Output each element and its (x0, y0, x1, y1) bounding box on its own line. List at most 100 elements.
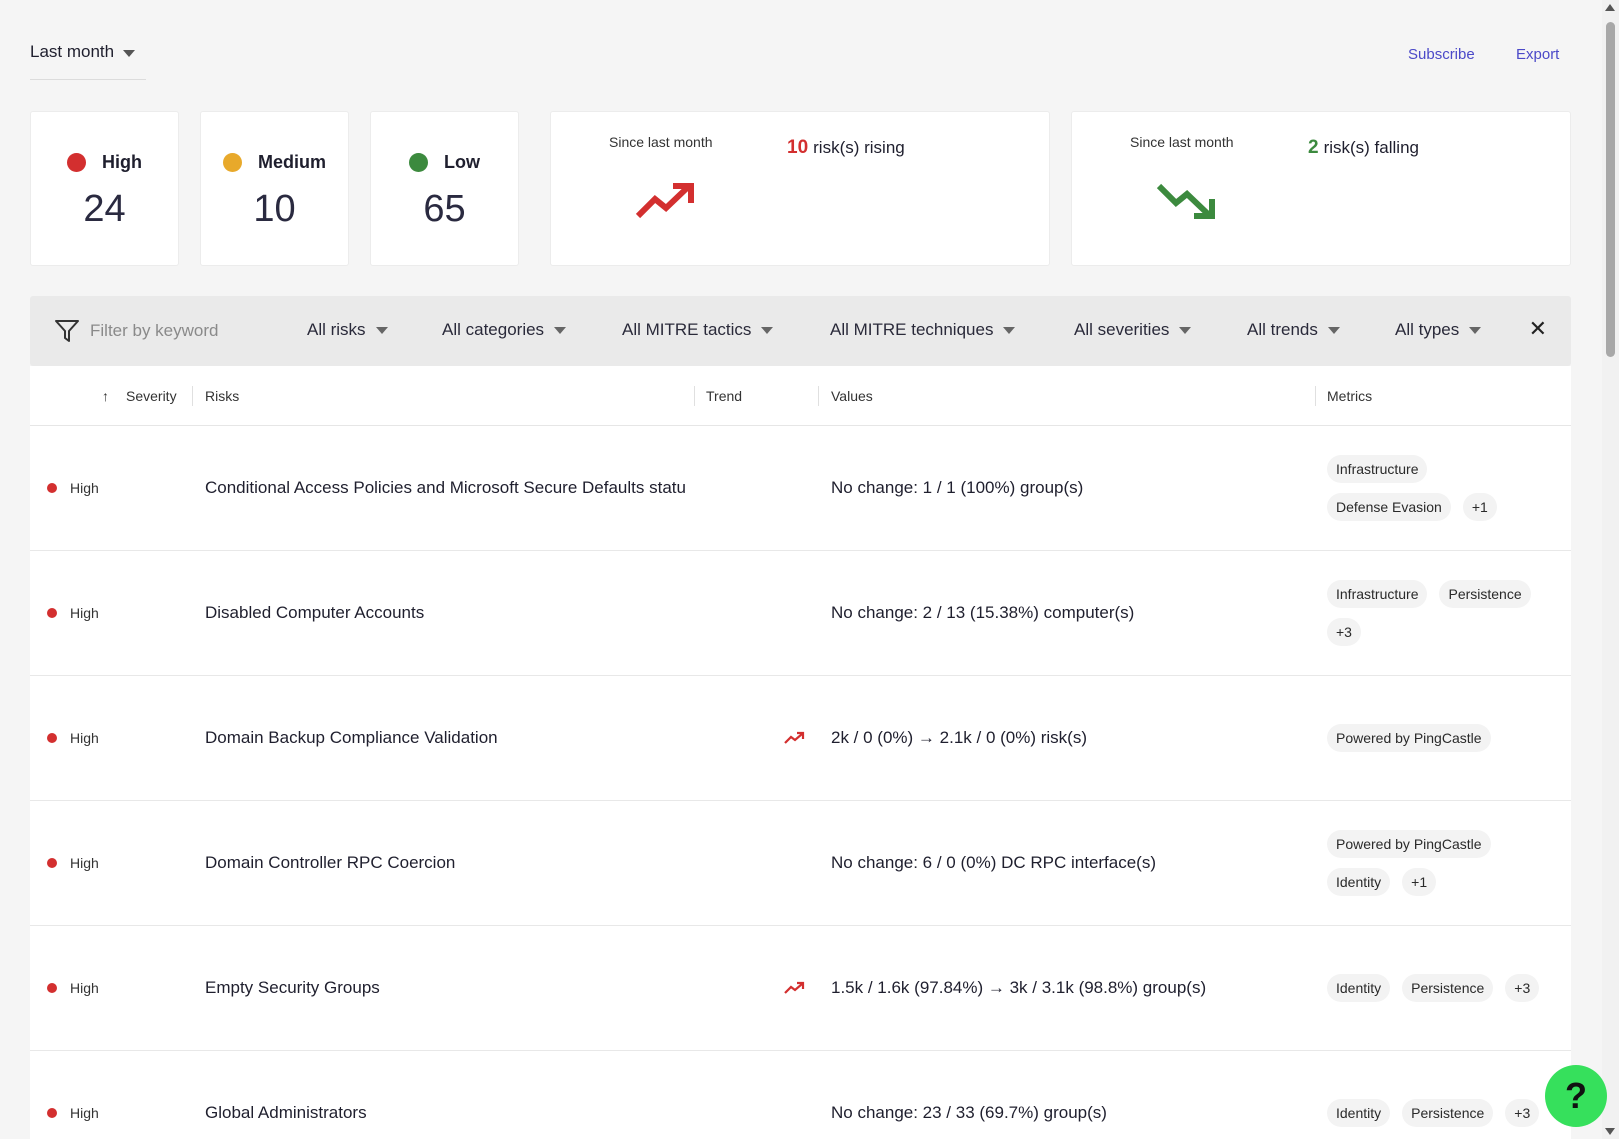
metric-tag[interactable]: Infrastructure (1327, 580, 1428, 608)
rising-card[interactable]: Since last month 10 risk(s) rising (550, 111, 1050, 266)
metric-tag[interactable]: Powered by PingCastle (1327, 830, 1491, 858)
metrics-cell: Identity Persistence +3 (1327, 1051, 1567, 1139)
column-divider[interactable] (1315, 386, 1316, 406)
risk-name[interactable]: Disabled Computer Accounts (205, 551, 685, 675)
table-row[interactable]: High Disabled Computer Accounts No chang… (30, 551, 1571, 676)
medium-dot-icon (222, 153, 242, 172)
low-dot-icon (409, 153, 428, 172)
help-button[interactable]: ? (1545, 1065, 1607, 1127)
value-cell: No change: 23 / 33 (69.7%) group(s) (831, 1103, 1107, 1122)
chevron-down-icon (1179, 326, 1192, 334)
scrollbar-thumb[interactable] (1606, 22, 1615, 357)
metric-tag[interactable]: Persistence (1402, 1099, 1494, 1127)
keyword-filter-input[interactable] (90, 318, 280, 344)
table-row[interactable]: High Global Administrators No change: 23… (30, 1051, 1571, 1139)
risks-dropdown[interactable]: All risks (307, 320, 388, 340)
metric-tag[interactable]: Identity (1327, 1099, 1391, 1127)
table-header: ↑ Severity Risks Trend Values Metrics (30, 366, 1571, 426)
metrics-cell: Powered by PingCastle Identity +1 (1327, 801, 1567, 925)
severity-card-high[interactable]: High 24 (30, 111, 179, 266)
trending-up-icon (784, 731, 805, 744)
metric-tag[interactable]: Powered by PingCastle (1327, 724, 1491, 752)
trending-down-icon (1156, 183, 1215, 219)
severity-cell: High (70, 730, 99, 746)
metrics-column-header[interactable]: Metrics (1327, 388, 1372, 404)
metric-tag[interactable]: Defense Evasion (1327, 493, 1451, 521)
dropdown-label: All trends (1247, 320, 1318, 339)
filter-icon (55, 320, 79, 342)
severity-cell: High (70, 1105, 99, 1121)
chevron-down-icon (1003, 326, 1016, 334)
mitre-techniques-dropdown[interactable]: All MITRE techniques (830, 320, 1016, 340)
metric-tag[interactable]: Identity (1327, 868, 1391, 896)
dropdown-label: All MITRE tactics (622, 320, 752, 339)
falling-text: risk(s) falling (1323, 138, 1419, 157)
table-row[interactable]: High Domain Controller RPC Coercion No c… (30, 801, 1571, 926)
more-tags-badge[interactable]: +1 (1402, 868, 1437, 896)
column-divider[interactable] (818, 386, 819, 406)
rising-count: 10 (787, 137, 809, 158)
risks-table: ↑ Severity Risks Trend Values Metrics Hi… (30, 366, 1571, 1139)
table-row[interactable]: High Empty Security Groups 1.5k / 1.6k (… (30, 926, 1571, 1051)
high-dot-icon (47, 983, 57, 993)
trending-up-icon (635, 183, 694, 219)
metric-tag[interactable]: Identity (1327, 974, 1391, 1002)
value-cell: 1.5k / 1.6k (97.84%) → 3k / 3.1k (98.8%)… (831, 978, 1207, 997)
close-icon[interactable]: ✕ (1529, 316, 1547, 342)
severity-column-header[interactable]: Severity (126, 388, 177, 404)
metric-tag[interactable]: Persistence (1402, 974, 1494, 1002)
risk-name[interactable]: Empty Security Groups (205, 926, 685, 1050)
trend-column-header[interactable]: Trend (706, 388, 742, 404)
severity-cell: High (70, 480, 99, 496)
severity-count: 10 (253, 188, 296, 230)
risks-column-header[interactable]: Risks (205, 388, 239, 404)
table-row[interactable]: High Conditional Access Policies and Mic… (30, 426, 1571, 551)
severity-card-low[interactable]: Low 65 (370, 111, 519, 266)
column-divider[interactable] (192, 386, 193, 406)
high-dot-icon (47, 1108, 57, 1118)
risk-name[interactable]: Conditional Access Policies and Microsof… (205, 426, 685, 550)
period-selector[interactable]: Last month (30, 42, 146, 80)
table-row[interactable]: High Domain Backup Compliance Validation… (30, 676, 1571, 801)
types-dropdown[interactable]: All types (1395, 320, 1482, 340)
trending-up-icon (784, 981, 805, 994)
severity-card-medium[interactable]: Medium 10 (200, 111, 349, 266)
value-cell: No change: 6 / 0 (0%) DC RPC interface(s… (831, 853, 1157, 872)
risk-name[interactable]: Domain Backup Compliance Validation (205, 676, 685, 800)
values-column-header[interactable]: Values (831, 388, 873, 404)
severities-dropdown[interactable]: All severities (1074, 320, 1192, 340)
question-mark-icon: ? (1565, 1075, 1587, 1116)
since-label: Since last month (1130, 134, 1234, 150)
export-link[interactable]: Export (1516, 46, 1559, 63)
scroll-down-icon[interactable] (1605, 1128, 1615, 1135)
sort-ascending-icon[interactable]: ↑ (102, 388, 109, 404)
severity-label: High (102, 152, 142, 172)
trends-dropdown[interactable]: All trends (1247, 320, 1340, 340)
falling-card[interactable]: Since last month 2 risk(s) falling (1071, 111, 1571, 266)
scroll-up-icon[interactable] (1605, 4, 1615, 11)
falling-count: 2 (1308, 137, 1319, 158)
mitre-tactics-dropdown[interactable]: All MITRE tactics (622, 320, 774, 340)
risk-name[interactable]: Global Administrators (205, 1051, 685, 1139)
more-tags-badge[interactable]: +1 (1462, 493, 1497, 521)
severity-cell: High (70, 980, 99, 996)
risk-name[interactable]: Domain Controller RPC Coercion (205, 801, 685, 925)
severity-cell: High (70, 605, 99, 621)
vertical-scrollbar[interactable] (1602, 0, 1619, 1139)
chevron-down-icon (554, 326, 567, 334)
subscribe-link[interactable]: Subscribe (1408, 46, 1475, 63)
severity-label: Low (444, 152, 480, 172)
severity-label: Medium (257, 152, 326, 172)
categories-dropdown[interactable]: All categories (442, 320, 567, 340)
dropdown-label: All risks (307, 320, 366, 339)
metric-tag[interactable]: Persistence (1439, 580, 1531, 608)
column-divider[interactable] (694, 386, 695, 406)
chevron-down-icon (761, 326, 774, 334)
metrics-cell: Infrastructure Persistence +3 (1327, 551, 1567, 675)
more-tags-badge[interactable]: +3 (1505, 1099, 1540, 1127)
severity-cell: High (70, 855, 99, 871)
more-tags-badge[interactable]: +3 (1505, 974, 1540, 1002)
metric-tag[interactable]: Infrastructure (1327, 455, 1428, 483)
metrics-cell: Infrastructure Defense Evasion +1 (1327, 426, 1567, 550)
more-tags-badge[interactable]: +3 (1327, 618, 1361, 646)
